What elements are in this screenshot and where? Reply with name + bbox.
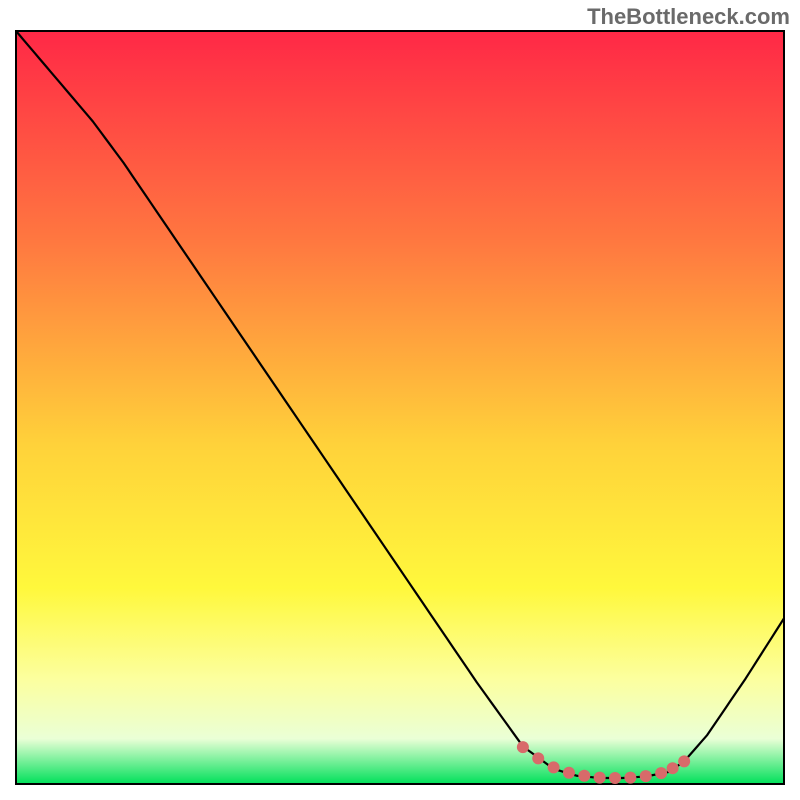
gradient-background <box>16 31 784 784</box>
highlight-marker <box>548 761 560 773</box>
highlight-marker <box>624 772 636 784</box>
highlight-marker <box>517 741 529 753</box>
chart-svg <box>15 30 785 785</box>
highlight-marker <box>563 767 575 779</box>
highlight-marker <box>594 772 606 784</box>
highlight-marker <box>532 752 544 764</box>
chart-plot <box>15 30 785 785</box>
highlight-marker <box>609 772 621 784</box>
highlight-marker <box>655 767 667 779</box>
highlight-marker <box>678 755 690 767</box>
highlight-marker <box>578 770 590 782</box>
highlight-marker <box>640 770 652 782</box>
watermark-text: TheBottleneck.com <box>587 4 790 30</box>
highlight-marker <box>667 762 679 774</box>
chart-container: TheBottleneck.com <box>0 0 800 800</box>
